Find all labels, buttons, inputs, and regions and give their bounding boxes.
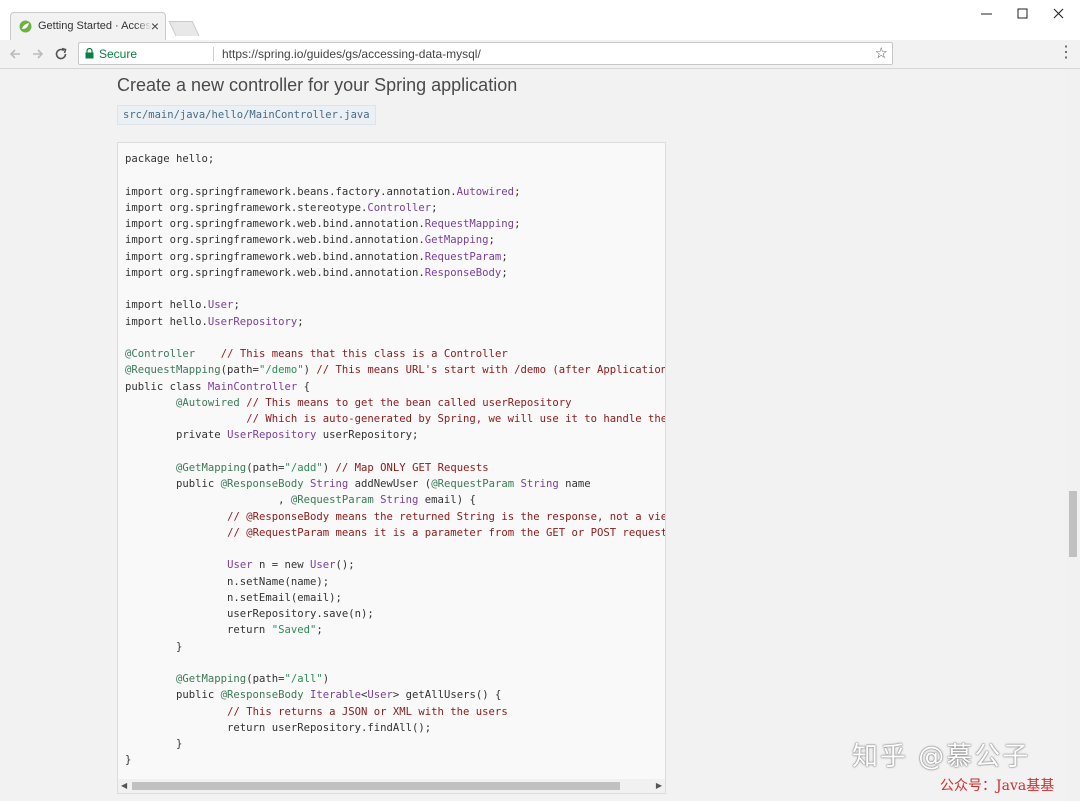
- scroll-left-icon[interactable]: ◀: [121, 781, 127, 790]
- code-line: // @RequestParam means it is a parameter…: [227, 526, 666, 539]
- code-line: @GetMapping(path="/all"): [176, 673, 330, 685]
- maximize-button[interactable]: [1006, 4, 1038, 22]
- back-button[interactable]: [6, 45, 24, 63]
- code-line: @Autowired // This means to get the bean…: [176, 396, 572, 409]
- code-line: , @RequestParam String email) {: [125, 494, 476, 507]
- minimize-icon: [980, 13, 992, 14]
- vertical-scroll-thumb[interactable]: [1069, 491, 1077, 557]
- code-line: // Which is auto-generated by Spring, we…: [246, 413, 666, 425]
- code-line: public class MainController {: [125, 380, 310, 393]
- code-line: import org.springframework.stereotype.Co…: [125, 201, 438, 214]
- horizontal-scrollbar[interactable]: ◀ ▶: [118, 779, 665, 793]
- address-bar[interactable]: Secure https://spring.io/guides/gs/acces…: [78, 42, 893, 65]
- code-line: import org.springframework.web.bind.anno…: [125, 250, 508, 263]
- tab-title: Getting Started · Accessing Data with My…: [38, 20, 152, 32]
- code-line: import org.springframework.web.bind.anno…: [125, 234, 495, 247]
- page-content: Create a new controller for your Spring …: [0, 69, 1066, 801]
- minimize-button[interactable]: [970, 4, 1002, 22]
- code-line: }: [125, 640, 183, 653]
- url-text[interactable]: https://spring.io/guides/gs/accessing-da…: [222, 47, 481, 61]
- bookmark-star-icon[interactable]: ☆: [875, 44, 888, 62]
- watermark-zhihu: 知乎 @慕公子: [852, 742, 1031, 772]
- vertical-scrollbar[interactable]: [1066, 69, 1080, 801]
- code-line: userRepository.save(n);: [125, 608, 374, 620]
- forward-icon: [33, 49, 44, 59]
- code-line: package hello;: [125, 153, 215, 165]
- browser-tab[interactable]: Getting Started · Accessing Data with My…: [10, 12, 166, 40]
- code-line: User n = new User();: [227, 559, 355, 572]
- watermark-wechat: 公众号：Java基基: [940, 778, 1055, 794]
- horizontal-scroll-thumb[interactable]: [132, 782, 620, 790]
- code-listing: package hello; import org.springframewor…: [125, 151, 666, 769]
- code-line: n.setName(name);: [125, 575, 330, 588]
- back-icon: [9, 49, 20, 59]
- lock-icon: [85, 48, 94, 59]
- forward-button[interactable]: [29, 45, 47, 63]
- spring-favicon-icon: [19, 20, 32, 33]
- code-line: public @ResponseBody Iterable<User> getA…: [125, 689, 502, 702]
- browser-menu-icon[interactable]: ⋮: [1058, 45, 1074, 61]
- code-line: return userRepository.findAll();: [125, 721, 432, 734]
- code-line: private UserRepository userRepository;: [125, 429, 419, 442]
- code-line: }: [125, 754, 132, 767]
- code-line: }: [125, 738, 183, 750]
- section-heading: Create a new controller for your Spring …: [117, 75, 518, 95]
- file-path-label: src/main/java/hello/MainController.java: [117, 105, 376, 125]
- maximize-icon: [1017, 8, 1027, 18]
- code-line: import org.springframework.web.bind.anno…: [125, 266, 508, 279]
- title-bar: Getting Started · Accessing Data with My…: [0, 0, 1080, 40]
- code-line: import org.springframework.web.bind.anno…: [125, 218, 521, 230]
- code-line: import hello.User;: [125, 299, 240, 312]
- code-line: return "Saved";: [125, 624, 323, 637]
- code-block[interactable]: package hello; import org.springframewor…: [117, 142, 666, 794]
- code-line: n.setEmail(email);: [125, 591, 342, 604]
- reload-icon: [55, 47, 67, 60]
- code-line: @GetMapping(path="/add") // Map ONLY GET…: [176, 461, 489, 474]
- close-icon: [1053, 8, 1063, 18]
- address-separator: [213, 47, 214, 61]
- code-line: public @ResponseBody String addNewUser (…: [125, 478, 591, 490]
- code-line: // This returns a JSON or XML with the u…: [227, 705, 508, 718]
- tab-close-icon[interactable]: ×: [151, 17, 159, 35]
- close-window-button[interactable]: [1042, 4, 1074, 22]
- code-line: import org.springframework.beans.factory…: [125, 185, 521, 198]
- code-line: // @ResponseBody means the returned Stri…: [227, 510, 666, 523]
- new-tab-button[interactable]: [168, 21, 200, 36]
- reload-button[interactable]: [52, 45, 70, 63]
- code-line: @Controller // This means that this clas…: [125, 348, 508, 360]
- browser-toolbar: Secure https://spring.io/guides/gs/acces…: [0, 40, 1080, 69]
- code-line: @RequestMapping(path="/demo") // This me…: [125, 364, 666, 377]
- code-line: import hello.UserRepository;: [125, 315, 304, 328]
- secure-label: Secure: [99, 47, 138, 61]
- scroll-right-icon[interactable]: ▶: [656, 781, 662, 790]
